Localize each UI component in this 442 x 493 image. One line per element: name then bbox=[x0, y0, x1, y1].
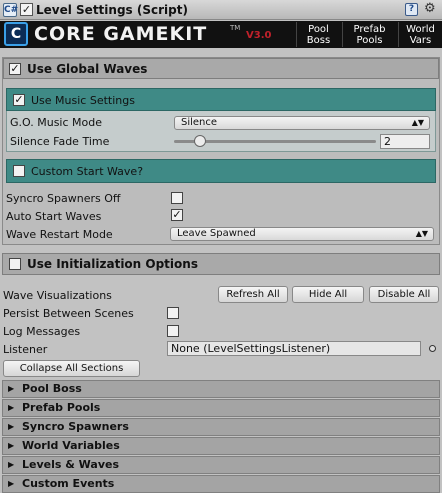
go-music-mode-value: Silence bbox=[181, 117, 218, 128]
section-levels-waves-label: Levels & Waves bbox=[22, 458, 120, 471]
section-custom-events-label: Custom Events bbox=[22, 477, 115, 490]
version-label: V3.0 bbox=[246, 30, 272, 41]
gear-icon[interactable]: ⚙ bbox=[424, 1, 436, 16]
use-music-settings-checkbox[interactable]: ✓ bbox=[13, 94, 25, 106]
silence-fade-time-label: Silence Fade Time bbox=[10, 135, 110, 148]
nav-world-vars-line1: World bbox=[406, 24, 435, 35]
script-component-icon: C# bbox=[3, 3, 19, 17]
nav-world-vars-line2: Vars bbox=[409, 35, 432, 46]
nav-prefab-pools-line2: Pools bbox=[356, 35, 383, 46]
refresh-all-button[interactable]: Refresh All bbox=[218, 286, 288, 303]
persist-between-scenes-checkbox[interactable] bbox=[167, 307, 179, 319]
wave-visualizations-label: Wave Visualizations bbox=[3, 289, 112, 302]
wave-restart-mode-value: Leave Spawned bbox=[177, 228, 256, 239]
foldout-arrow-icon: ▶ bbox=[8, 384, 15, 393]
foldout-arrow-icon: ▶ bbox=[8, 422, 15, 431]
foldout-arrow-icon: ▶ bbox=[8, 403, 15, 412]
auto-start-waves-checkbox[interactable]: ✓ bbox=[171, 209, 183, 221]
trademark-mark: TM bbox=[230, 24, 241, 32]
use-global-waves-checkbox[interactable]: ✓ bbox=[9, 63, 21, 75]
object-picker-icon[interactable] bbox=[429, 345, 436, 352]
section-pool-boss[interactable]: ▶ Pool Boss bbox=[2, 380, 440, 398]
custom-start-wave-label: Custom Start Wave? bbox=[31, 165, 144, 178]
listener-object-field[interactable]: None (LevelSettingsListener) bbox=[167, 341, 421, 356]
disable-all-button[interactable]: Disable All bbox=[369, 286, 439, 303]
section-world-variables[interactable]: ▶ World Variables bbox=[2, 437, 440, 455]
nav-pool-boss-line1: Pool bbox=[308, 24, 329, 35]
wave-restart-mode-dropdown[interactable]: Leave Spawned ▲▼ bbox=[170, 227, 434, 241]
collapse-all-sections-button[interactable]: Collapse All Sections bbox=[3, 360, 140, 377]
section-prefab-pools-label: Prefab Pools bbox=[22, 401, 101, 414]
nav-prefab-pools-line1: Prefab bbox=[353, 24, 386, 35]
log-messages-checkbox[interactable] bbox=[167, 325, 179, 337]
log-messages-label: Log Messages bbox=[3, 325, 81, 338]
foldout-arrow-icon: ▶ bbox=[8, 479, 15, 488]
foldout-arrow-icon: ▶ bbox=[8, 441, 15, 450]
hide-all-button[interactable]: Hide All bbox=[292, 286, 364, 303]
auto-start-waves-label: Auto Start Waves bbox=[6, 210, 102, 223]
syncro-spawners-off-label: Syncro Spawners Off bbox=[6, 192, 121, 205]
section-prefab-pools[interactable]: ▶ Prefab Pools bbox=[2, 399, 440, 417]
silence-fade-time-field[interactable]: 2 bbox=[380, 134, 430, 149]
go-music-mode-dropdown[interactable]: Silence ▲▼ bbox=[174, 116, 430, 130]
core-gamekit-logo-icon: C bbox=[4, 22, 28, 46]
go-music-mode-label: G.O. Music Mode bbox=[10, 116, 102, 129]
help-icon[interactable]: ? bbox=[405, 3, 418, 16]
foldout-arrow-icon: ▶ bbox=[8, 460, 15, 469]
nav-prefab-pools-button[interactable]: Prefab Pools bbox=[342, 22, 396, 47]
nav-pool-boss-button[interactable]: Pool Boss bbox=[296, 22, 340, 47]
use-initialization-options-label: Use Initialization Options bbox=[27, 257, 198, 271]
nav-pool-boss-line2: Boss bbox=[306, 35, 331, 46]
dropdown-arrow-icon: ▲▼ bbox=[415, 229, 428, 238]
use-music-settings-label: Use Music Settings bbox=[31, 94, 135, 107]
section-syncro-spawners-label: Syncro Spawners bbox=[22, 420, 129, 433]
section-world-variables-label: World Variables bbox=[22, 439, 120, 452]
dropdown-arrow-icon: ▲▼ bbox=[411, 118, 424, 127]
section-custom-events[interactable]: ▶ Custom Events bbox=[2, 475, 440, 493]
use-initialization-options-checkbox[interactable] bbox=[9, 258, 21, 270]
section-pool-boss-label: Pool Boss bbox=[22, 382, 82, 395]
section-syncro-spawners[interactable]: ▶ Syncro Spawners bbox=[2, 418, 440, 436]
wave-restart-mode-label: Wave Restart Mode bbox=[6, 228, 113, 241]
syncro-spawners-off-checkbox[interactable] bbox=[171, 192, 183, 204]
component-enabled-checkbox[interactable]: ✓ bbox=[20, 3, 33, 16]
custom-start-wave-checkbox[interactable] bbox=[13, 165, 25, 177]
persist-between-scenes-label: Persist Between Scenes bbox=[3, 307, 134, 320]
listener-label: Listener bbox=[3, 343, 48, 356]
nav-world-vars-button[interactable]: World Vars bbox=[398, 22, 442, 47]
section-levels-waves[interactable]: ▶ Levels & Waves bbox=[2, 456, 440, 474]
core-gamekit-logo-text: CORE GAMEKIT bbox=[34, 23, 208, 45]
component-title: Level Settings (Script) bbox=[36, 3, 188, 17]
use-global-waves-label: Use Global Waves bbox=[27, 62, 148, 76]
